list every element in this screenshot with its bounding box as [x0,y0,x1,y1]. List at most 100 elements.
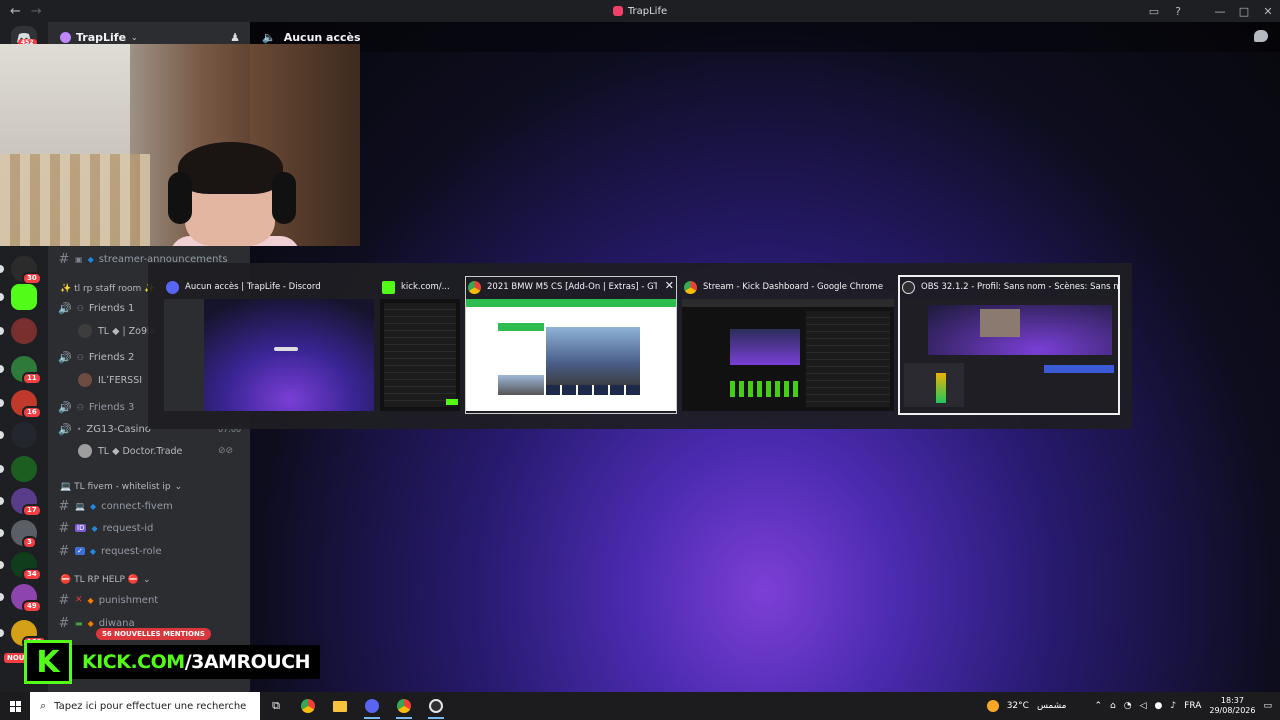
category-staff-room[interactable]: ✨ tl rp staff room ✨ [60,284,155,294]
window-caption: kick.com/... [380,277,460,297]
network-icon[interactable]: ⌂ [1110,701,1116,711]
notification-icon[interactable]: ▭ [1263,701,1272,711]
window-thumbnail [380,299,460,411]
kick-stream-overlay: K KICK.COM /3AMROUCH [24,640,321,684]
kick-url: KICK.COM /3AMROUCH [72,645,321,679]
x-icon: ✕ [75,595,83,605]
chat-icon[interactable] [1254,30,1268,42]
chevron-down-icon: ⌄ [142,575,151,585]
channel-request-role[interactable]: # ✓ ◆ request-role [58,542,162,560]
muted-icons: ⊘⊘ [218,446,234,456]
avatar [78,373,92,387]
voice-channel-friends-3[interactable]: 🔊 ⚇ Friends 3 [58,398,134,416]
weather-sun-icon [986,700,999,712]
window-thumbnail [682,299,894,411]
language-indicator[interactable]: FRA [1184,701,1201,711]
avatar [78,444,92,458]
start-button[interactable] [0,692,30,720]
category-label: 💻 TL fivem - whitelist ip [60,482,171,492]
chrome-taskbar-icon[interactable] [292,692,324,720]
maximize-button[interactable]: □ [1232,5,1256,18]
window-title: 2021 BMW M5 CS [Add-On | Extras] - GTA5-… [487,282,657,292]
taskbar-search[interactable]: ⌕ Tapez ici pour effectuer une recherche [30,692,260,720]
diamond-icon: ◆ [89,501,97,511]
hash-icon: # [58,498,70,514]
inbox-icon[interactable]: ▭ [1142,5,1166,18]
webcam-hair [178,142,283,194]
discord-taskbar-icon[interactable] [356,692,388,720]
file-explorer-icon[interactable] [324,692,356,720]
category-help[interactable]: ⛔ TL RP HELP ⛔ ⌄ [60,575,151,585]
chrome-taskbar-icon-2[interactable] [388,692,420,720]
voice-label: Friends 1 [88,302,135,314]
voice-user-name: TL ◆ | Zo9la [98,325,156,337]
invite-people-icon[interactable]: ♟ [230,31,240,44]
volume-icon[interactable]: ◁ [1140,701,1147,711]
close-window-icon[interactable]: ✕ [665,279,674,292]
server-server-brazil[interactable] [11,456,37,482]
server-badge: 49 [22,600,42,613]
voice-label: Friends 2 [88,351,135,363]
switcher-window-obs[interactable]: OBS 32.1.2 - Profil: Sans nom - Scènes: … [898,275,1120,415]
obs-taskbar-icon[interactable] [420,692,452,720]
minimize-button[interactable]: — [1208,5,1232,18]
id-icon: ID [75,524,87,532]
voice-channel-zg13-casino[interactable]: 🔊 • ZG13-Casino 07:00 [58,420,241,438]
new-mentions-pill[interactable]: 56 NOUVELLES MENTIONS [96,628,211,640]
clock[interactable]: 18:37 29/08/2026 [1209,696,1255,716]
weather-temp[interactable]: 32°C [1007,701,1029,711]
switcher-window-chrome-bmw[interactable]: 2021 BMW M5 CS [Add-On | Extras] - GTA5-… [465,276,677,414]
channel-request-id[interactable]: # ID ◆ request-id [58,519,154,537]
channel-label: request-role [101,545,162,557]
channel-punishment[interactable]: # ✕ ◆ punishment [58,591,159,609]
voice-channel-friends-2[interactable]: 🔊 ⚇ Friends 2 [58,348,134,366]
task-view-icon[interactable]: ⧉ [260,692,292,720]
lock-icon: ⚇ [76,352,84,362]
switcher-window-discord[interactable]: Aucun accès | TrapLife - Discord [164,277,374,413]
voice-user[interactable]: TL ◆ | Zo9la [78,323,156,339]
server-badge: 17 [22,504,42,517]
switcher-window-kick-dashboard[interactable]: Stream - Kick Dashboard - Google Chrome [682,277,894,413]
server-badge: 3 [22,536,37,549]
switcher-window-kick[interactable]: kick.com/... [380,277,460,413]
window-caption: Stream - Kick Dashboard - Google Chrome [682,277,894,297]
channel-label: punishment [98,594,159,606]
server-infinity[interactable] [11,422,37,448]
back-button[interactable]: ← [10,4,21,19]
obs-icon [902,280,915,294]
server-user-1[interactable] [11,318,37,344]
category-fivem[interactable]: 💻 TL fivem - whitelist ip ⌄ [60,482,182,492]
speaker-icon: 🔊 [58,350,72,364]
forward-button[interactable]: → [31,4,42,19]
speaker-icon: 🔈 [262,30,276,44]
check-icon: ✓ [75,547,85,555]
voice-user[interactable]: TL ◆ Doctor.Trade ⊘⊘ [78,443,233,459]
chevron-up-icon[interactable]: ⌃ [1094,701,1102,711]
server-badge: 16 [22,406,42,419]
diamond-icon: ◆ [89,546,97,556]
unread-indicator [0,293,4,301]
kick-channel: /3AMROUCH [184,651,311,673]
headphone-right [272,172,296,224]
server-kick[interactable] [11,284,37,310]
kick-icon [382,280,395,294]
window-thumbnail [164,299,374,411]
hash-icon: # [58,251,70,267]
lock-icon: ⚇ [76,303,84,313]
voice-user[interactable]: ILʼFERSSI [78,372,142,388]
window-thumbnail [466,299,676,411]
wifi-icon[interactable]: ◔ [1124,701,1132,711]
speaker-tray-icon[interactable]: ♪ [1170,701,1176,711]
hash-icon: # [58,520,70,536]
hash-icon: # [58,615,70,631]
voice-label: Friends 3 [88,401,135,413]
windows-taskbar: ⌕ Tapez ici pour effectuer une recherche… [0,692,1280,720]
close-button[interactable]: ✕ [1256,5,1280,18]
help-icon[interactable]: ? [1166,5,1190,18]
channel-connect-fivem[interactable]: # 💻 ◆ connect-fivem [58,497,173,515]
weather-desc[interactable]: مشمس [1037,701,1067,711]
window-title: kick.com/... [401,282,450,292]
voice-channel-friends-1[interactable]: 🔊 ⚇ Friends 1 [58,299,134,317]
diamond-icon: ◆ [91,523,98,533]
mic-icon[interactable]: ● [1155,701,1163,711]
